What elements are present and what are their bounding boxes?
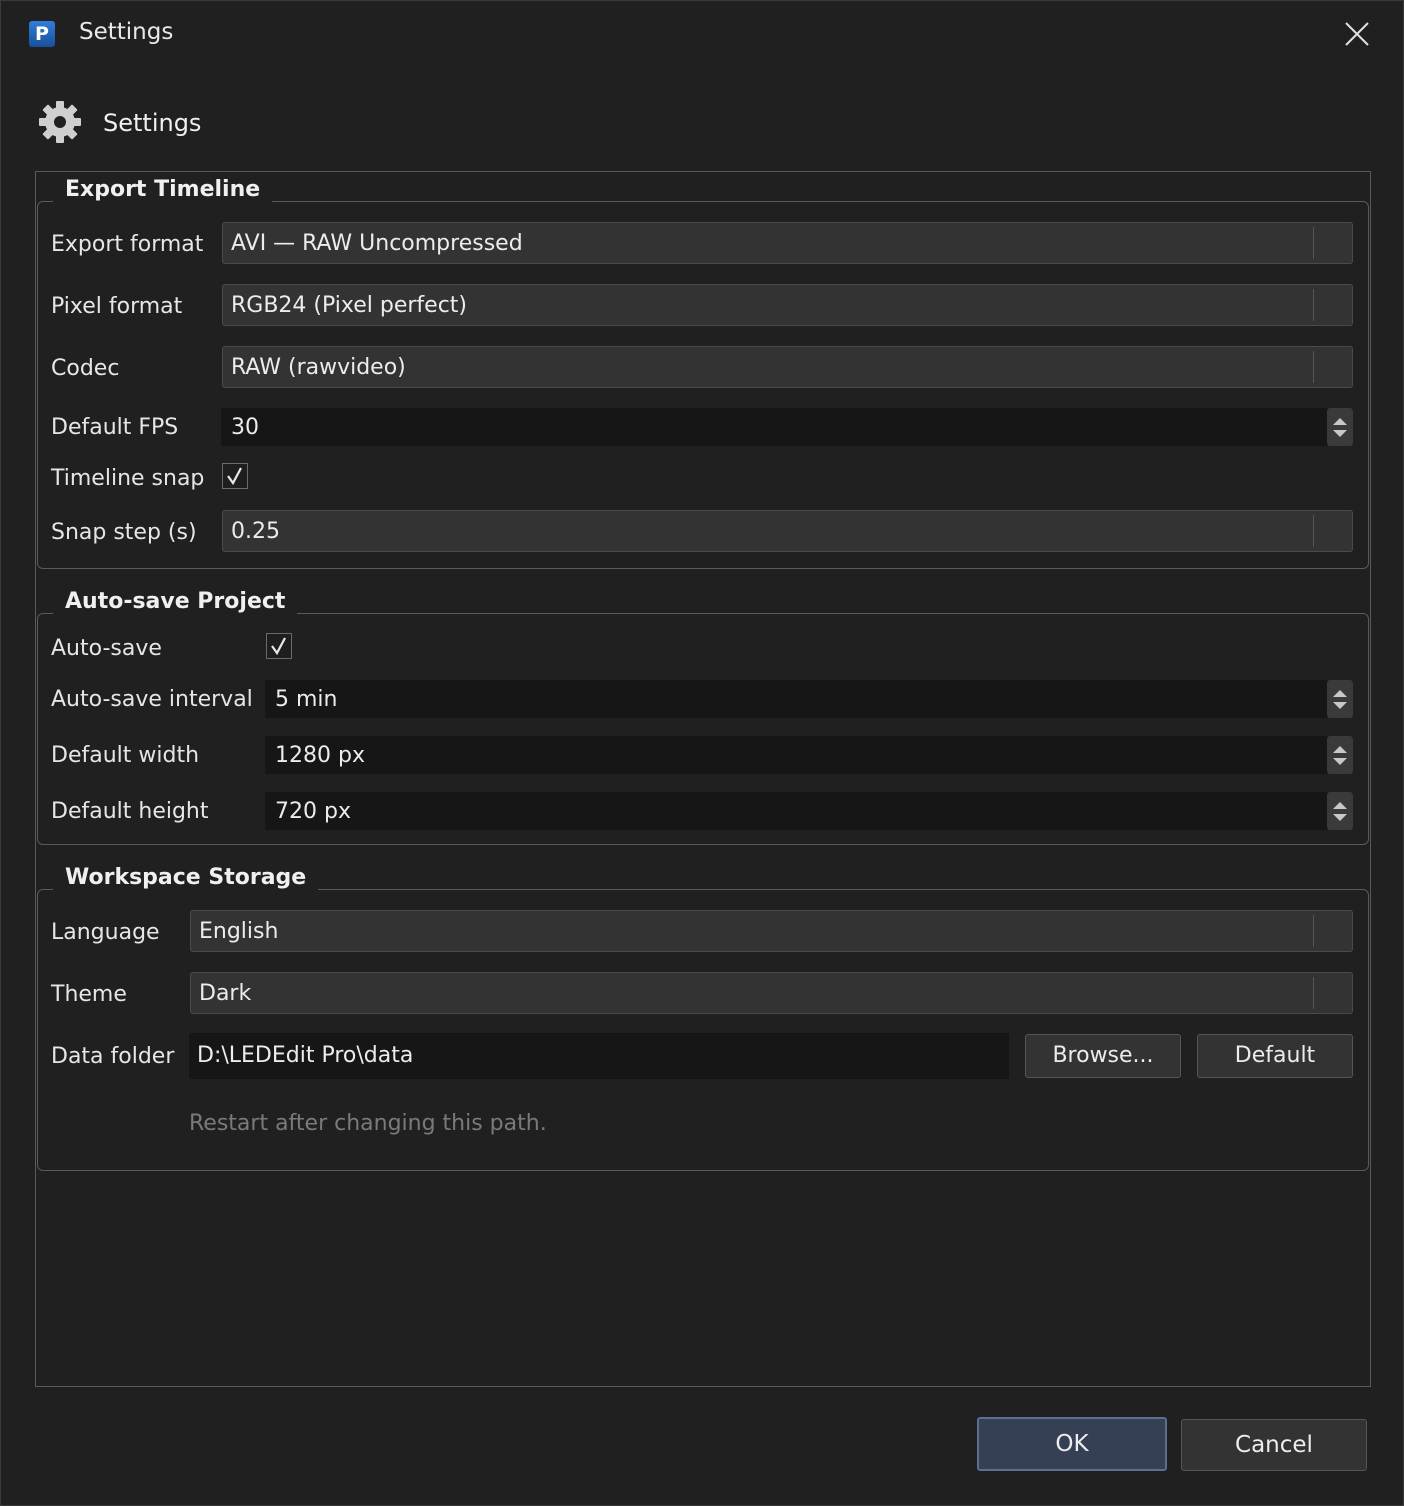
language-value: English	[199, 919, 279, 944]
page-title: Settings	[103, 109, 202, 137]
default-height-label: Default height	[51, 799, 209, 824]
timeline-snap-checkbox[interactable]	[222, 463, 248, 489]
up-down-arrow-icon	[1333, 690, 1347, 709]
checkmark-icon	[227, 467, 242, 486]
spin-arrows[interactable]	[1327, 408, 1353, 446]
checkmark-icon	[271, 637, 286, 656]
auto-save-interval-spinbox[interactable]: 5 min	[265, 680, 1353, 718]
export-format-value: AVI — RAW Uncompressed	[231, 231, 523, 256]
close-button[interactable]	[1335, 13, 1379, 57]
app-icon: P	[29, 21, 55, 47]
combo-separator	[1313, 977, 1314, 1009]
spin-arrows[interactable]	[1327, 680, 1353, 718]
pixel-format-label: Pixel format	[51, 294, 183, 319]
export-format-label: Export format	[51, 232, 204, 257]
snap-step-label: Snap step (s)	[51, 520, 197, 545]
up-down-arrow-icon	[1333, 802, 1347, 821]
gear-icon	[39, 101, 81, 143]
combo-separator	[1313, 915, 1314, 947]
theme-value: Dark	[199, 981, 252, 1006]
timeline-snap-label: Timeline snap	[51, 466, 205, 491]
settings-dialog: P Settings Settings Export Timeline Expo…	[0, 0, 1404, 1506]
auto-save-label: Auto-save	[51, 636, 162, 661]
pixel-format-select[interactable]: RGB24 (Pixel perfect)	[222, 284, 1353, 326]
up-down-arrow-icon	[1333, 418, 1347, 437]
default-fps-label: Default FPS	[51, 415, 179, 440]
default-width-label: Default width	[51, 743, 200, 768]
codec-label: Codec	[51, 356, 120, 381]
default-fps-spinbox[interactable]: 30	[221, 408, 1353, 446]
auto-save-interval-value: 5 min	[275, 687, 338, 712]
title-bar: P Settings	[1, 1, 1403, 69]
spin-arrows[interactable]	[1327, 736, 1353, 774]
codec-value: RAW (rawvideo)	[231, 355, 406, 380]
window-title: Settings	[79, 19, 174, 45]
restart-hint: Restart after changing this path.	[189, 1111, 547, 1136]
group-title-export: Export Timeline	[53, 177, 273, 202]
data-folder-input[interactable]: D:\LEDEdit Pro\data	[189, 1033, 1009, 1079]
ok-button[interactable]: OK	[977, 1417, 1167, 1471]
language-label: Language	[51, 920, 160, 945]
close-icon	[1345, 22, 1369, 46]
snap-step-select[interactable]: 0.25	[222, 510, 1353, 552]
snap-step-value: 0.25	[231, 519, 280, 544]
auto-save-checkbox[interactable]	[266, 633, 292, 659]
default-width-value: 1280 px	[275, 743, 365, 768]
theme-select[interactable]: Dark	[190, 972, 1353, 1014]
pixel-format-value: RGB24 (Pixel perfect)	[231, 293, 468, 318]
group-title-workspace: Workspace Storage	[53, 865, 319, 890]
data-folder-label: Data folder	[51, 1044, 175, 1069]
codec-select[interactable]: RAW (rawvideo)	[222, 346, 1353, 388]
default-width-spinbox[interactable]: 1280 px	[265, 736, 1353, 774]
combo-separator	[1313, 351, 1314, 383]
group-title-autosave: Auto-save Project	[53, 589, 298, 614]
language-select[interactable]: English	[190, 910, 1353, 952]
combo-separator	[1313, 227, 1314, 259]
up-down-arrow-icon	[1333, 746, 1347, 765]
default-button[interactable]: Default	[1197, 1034, 1353, 1078]
export-format-select[interactable]: AVI — RAW Uncompressed	[222, 222, 1353, 264]
auto-save-interval-label: Auto-save interval	[51, 687, 253, 712]
combo-separator	[1313, 515, 1314, 547]
combo-separator	[1313, 289, 1314, 321]
data-folder-value: D:\LEDEdit Pro\data	[197, 1043, 414, 1068]
browse-button[interactable]: Browse...	[1025, 1034, 1181, 1078]
default-height-value: 720 px	[275, 799, 351, 824]
default-fps-value: 30	[231, 415, 259, 440]
cancel-button[interactable]: Cancel	[1181, 1419, 1367, 1471]
theme-label: Theme	[51, 982, 127, 1007]
spin-arrows[interactable]	[1327, 792, 1353, 830]
default-height-spinbox[interactable]: 720 px	[265, 792, 1353, 830]
